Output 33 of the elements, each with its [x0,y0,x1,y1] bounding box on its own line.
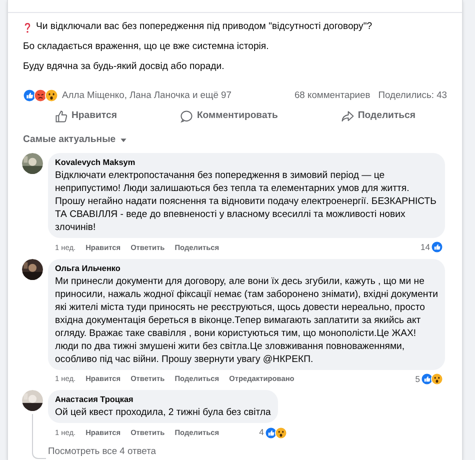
thread-line [32,414,46,460]
comment-author[interactable]: Kovalevych Maksym [55,156,438,169]
share-button[interactable]: Поделиться [334,107,422,126]
share-count[interactable]: Поделились: 43 [378,88,447,102]
comment-button[interactable]: Комментировать [174,107,284,126]
like-reaction-icon [431,241,443,254]
reaction-count: 5 [415,372,420,386]
comment-count[interactable]: 68 комментариев [294,88,370,102]
like-button[interactable]: Нравится [48,107,123,126]
comment-text: Відключати електропостачання без попередження в зимовий період — це неприпустимо! Люди залишаються без тепла та елементарних умов для життя. Прошу негайно надати пояснення та відновити подачу електроенергії. БЕЗКАРНІСТЬ ТА СВАВІЛЛЯ - веде до впевненості у власному всесиллі та можливості нових злочинів! [55,168,438,234]
comment-author[interactable]: Анастасия Троцкая [55,394,271,406]
comment-text: Ми принесли документи для договору, але вони їх десь згубили, кажуть , що ми не приносили, нажаль жодної фіксації немає (там заборонено знімати), вхідні документи які жителі міста туди приносять не реєструються, щось довести нереально, просто вхідна документація береться в віконце.Тепер вимагають заплатити за якийсь акт огляду. Вражає таке свавілля , вони користуються тим, що монополісти.Це ЖАХ! люди по два тижні змушені жити без світла.Це зловживання повноваженнями, особливо під час війни. Прошу звернути увагу @НКРЕКП. [55,274,438,366]
comment-text: Ой цей квест проходила, 2 тижні була без світла [55,406,271,420]
post-text: Буду вдячна за будь-який досвід або поради. [23,60,224,74]
like-reaction-icon [264,426,277,439]
caret-icon [120,136,127,143]
thumbs-up-icon [54,110,68,123]
post-text: Бо складається враження, що це вже системна історія. [23,40,269,54]
sort-dropdown[interactable]: Самые актуальные [23,132,127,147]
wow-reaction-icon [431,373,443,386]
reaction-count: 4 [259,426,264,440]
wow-reaction-icon [45,88,58,102]
question-mark-icon [23,22,32,32]
comment-author[interactable]: Ольга Ильченко [55,262,438,275]
angry-reaction-icon [34,88,47,102]
reaction-names[interactable]: Алла Міщенко, Лана Ланочка и ещё 97 [62,88,294,102]
like-reaction-icon [23,88,36,102]
view-replies-link[interactable]: Посмотреть все 4 ответа [48,444,289,458]
post-text: Чи відключали вас без попередження під приводом "відсутності договору"? [36,20,372,34]
share-arrow-icon [340,110,354,123]
reaction-count: 14 [420,240,430,254]
wow-reaction-icon [274,426,287,439]
speech-bubble-icon [180,110,193,123]
